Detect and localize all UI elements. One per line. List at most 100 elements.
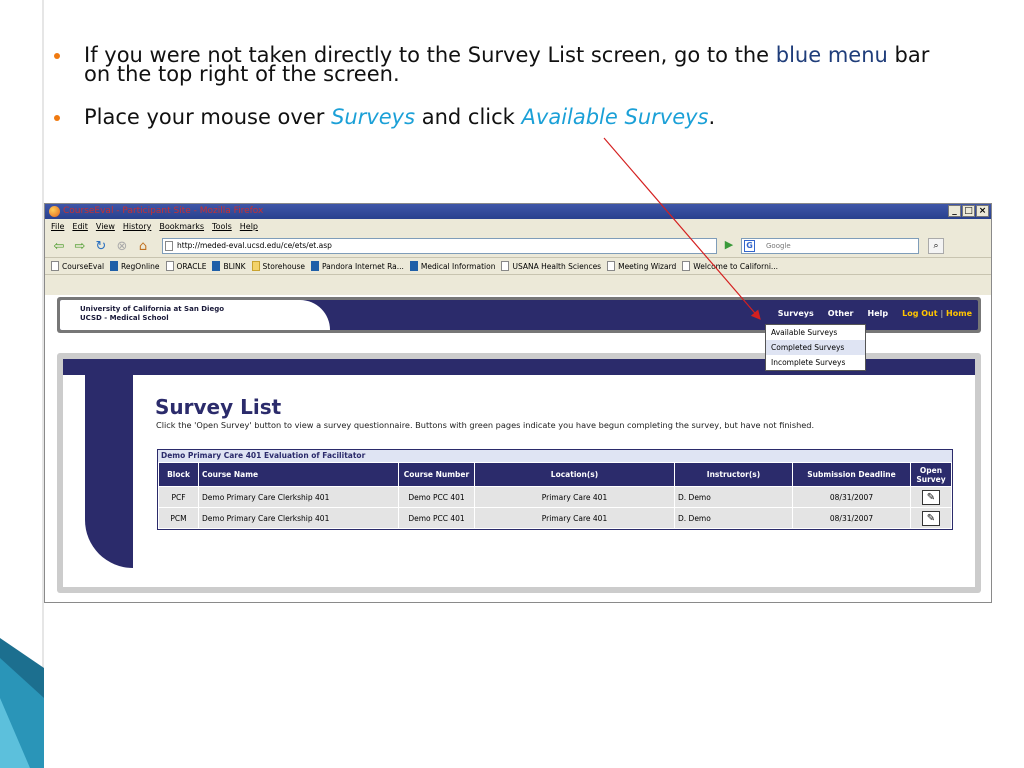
close-button[interactable]: × (976, 205, 989, 217)
org-line-1: University of California at San Diego (80, 305, 225, 313)
table-header-row: Block Course Name Course Number Location… (158, 462, 952, 487)
bookmark-item[interactable]: Meeting Wizard (607, 261, 676, 271)
home-icon[interactable]: ⌂ (135, 238, 151, 254)
bookmark-item[interactable]: ORACLE (165, 261, 206, 271)
cell-course-number: Demo PCC 401 (398, 507, 475, 529)
search-placeholder: Google (766, 242, 791, 250)
browser-navbar: ⇦ ⇨ ↻ ⊗ ⌂ http://meded-eval.ucsd.edu/ce/… (45, 235, 991, 257)
nav-separator: | (940, 309, 944, 318)
bookmark-label: Medical Information (420, 261, 496, 271)
site-branding: University of California at San Diego UC… (60, 300, 330, 330)
page-description: Click the 'Open Survey' button to view a… (156, 420, 815, 430)
survey-table-caption: Demo Primary Care 401 Evaluation of Faci… (158, 450, 952, 462)
blink-icon (212, 261, 221, 271)
menu-completed-surveys[interactable]: Completed Surveys (766, 340, 865, 355)
bullet2-text-end: . (708, 105, 716, 129)
col-course-name: Course Name (198, 462, 399, 487)
nav-surveys[interactable]: Surveys (778, 309, 814, 318)
col-block: Block (158, 462, 199, 487)
slide-corner-decoration (0, 638, 44, 768)
menu-edit[interactable]: Edit (72, 219, 88, 235)
open-survey-button[interactable]: ✎ (922, 510, 940, 526)
go-icon[interactable]: ▶ (722, 238, 736, 254)
col-course-number: Course Number (398, 462, 475, 487)
menu-history[interactable]: History (123, 219, 151, 235)
bookmarks-toolbar: CourseEval RegOnline ORACLE BLINK Storeh… (45, 257, 991, 275)
cell-instructor: D. Demo (674, 486, 793, 508)
window-controls: _ □ × (948, 205, 989, 217)
cell-instructor: D. Demo (674, 507, 793, 529)
google-search-icon: G (744, 240, 755, 252)
menu-tools[interactable]: Tools (212, 219, 232, 235)
address-bar[interactable]: http://meded-eval.ucsd.edu/ce/ets/et.asp (162, 238, 717, 254)
menu-help[interactable]: Help (240, 219, 258, 235)
open-survey-button[interactable]: ✎ (922, 489, 940, 505)
google-icon (409, 261, 418, 271)
bookmark-label: Storehouse (262, 261, 305, 271)
back-icon[interactable]: ⇦ (51, 238, 67, 254)
nav-logout[interactable]: Log Out (902, 309, 937, 318)
bullet2-surveys: Surveys (331, 105, 416, 129)
bookmark-item[interactable]: Storehouse (251, 261, 305, 271)
bookmark-item[interactable]: Welcome to Californi... (682, 261, 778, 271)
menu-file[interactable]: File (51, 219, 64, 235)
page-icon (607, 261, 616, 271)
bullet-available-surveys: Place your mouse over Surveys and click … (50, 105, 950, 129)
firefox-icon (49, 206, 60, 217)
forward-icon[interactable]: ⇨ (72, 238, 88, 254)
org-line-2: UCSD - Medical School (80, 314, 169, 322)
menu-incomplete-surveys[interactable]: Incomplete Surveys (766, 355, 865, 370)
stop-icon[interactable]: ⊗ (114, 238, 130, 254)
bookmark-item[interactable]: CourseEval (51, 261, 104, 271)
address-text: http://meded-eval.ucsd.edu/ce/ets/et.asp (177, 241, 332, 250)
page-title: Survey List (155, 395, 282, 419)
maximize-button[interactable]: □ (962, 205, 975, 217)
survey-table: Block Course Name Course Number Location… (158, 462, 952, 529)
web-content: University of California at San Diego UC… (45, 295, 991, 602)
menu-bookmarks[interactable]: Bookmarks (159, 219, 204, 235)
bookmark-item[interactable]: BLINK (212, 261, 246, 271)
survey-table-box: Demo Primary Care 401 Evaluation of Faci… (157, 449, 953, 530)
page-icon (165, 241, 173, 251)
cell-open: ✎ (910, 486, 952, 508)
browser-screenshot: CourseEval - Participant Site - Mozilla … (44, 203, 992, 603)
bullet1-highlight: blue menu (775, 43, 888, 67)
regonline-icon (110, 261, 119, 271)
pandora-icon (311, 261, 319, 271)
bookmark-item[interactable]: Pandora Internet Ra... (311, 261, 404, 271)
nav-other[interactable]: Other (828, 309, 854, 318)
search-input[interactable]: G Google (741, 238, 919, 254)
search-icon[interactable]: ⌕ (928, 238, 944, 254)
cell-deadline: 08/31/2007 (792, 486, 911, 508)
cell-location: Primary Care 401 (474, 486, 675, 508)
minimize-button[interactable]: _ (948, 205, 961, 217)
bookmark-item[interactable]: Medical Information (409, 261, 496, 271)
page-icon (165, 261, 174, 271)
bullet2-text: Place your mouse over (84, 105, 332, 129)
nav-logout-group: Log Out | Home (902, 309, 972, 318)
browser-titlebar: CourseEval - Participant Site - Mozilla … (45, 204, 991, 219)
bookmark-label: Pandora Internet Ra... (322, 261, 404, 271)
cell-course-number: Demo PCC 401 (398, 486, 475, 508)
cell-location: Primary Care 401 (474, 507, 675, 529)
cell-block: PCF (158, 486, 199, 508)
bookmark-label: RegOnline (121, 261, 160, 271)
surveys-dropdown: Available Surveys Completed Surveys Inco… (765, 324, 866, 371)
reload-icon[interactable]: ↻ (93, 238, 109, 254)
menu-available-surveys[interactable]: Available Surveys (766, 325, 865, 340)
nav-home[interactable]: Home (946, 309, 972, 318)
nav-help[interactable]: Help (868, 309, 889, 318)
cell-course-name: Demo Primary Care Clerkship 401 (198, 486, 399, 508)
site-nav: Surveys Other Help Log Out | Home (778, 309, 972, 318)
page-icon (51, 261, 59, 271)
menu-view[interactable]: View (96, 219, 115, 235)
page-icon (501, 261, 510, 271)
bullet-blue-menu: If you were not taken directly to the Su… (50, 43, 950, 90)
col-open-survey: Open Survey (910, 462, 952, 487)
col-deadline: Submission Deadline (792, 462, 911, 487)
bullet2-available-surveys: Available Surveys (521, 105, 709, 129)
cell-open: ✎ (910, 507, 952, 529)
bookmark-item[interactable]: USANA Health Sciences (501, 261, 601, 271)
bookmark-label: Welcome to Californi... (693, 261, 779, 271)
bookmark-item[interactable]: RegOnline (110, 261, 160, 271)
